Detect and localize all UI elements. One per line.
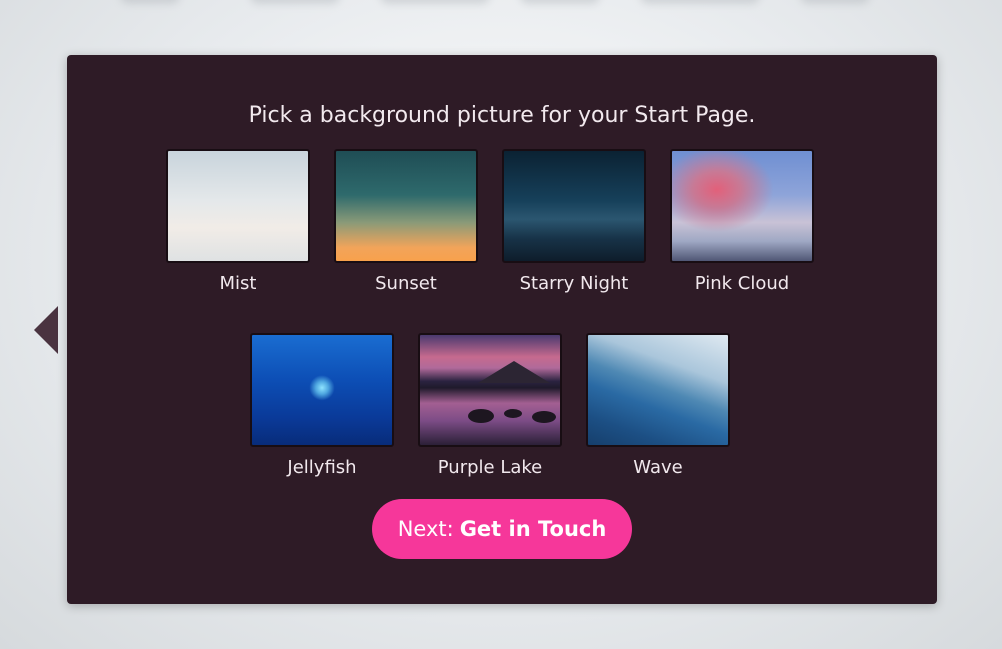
- wave-thumbnail: [586, 333, 730, 447]
- previous-arrow-icon[interactable]: [34, 306, 58, 354]
- onboarding-panel: Pick a background picture for your Start…: [67, 55, 937, 604]
- background-label: Jellyfish: [287, 457, 357, 478]
- background-option-purple-lake[interactable]: Purple Lake: [418, 333, 562, 493]
- background-label: Mist: [219, 273, 257, 294]
- background-label: Purple Lake: [437, 457, 543, 478]
- background-label: Wave: [633, 457, 683, 478]
- next-button-target: Get in Touch: [459, 517, 607, 541]
- background-option-pink-cloud[interactable]: Pink Cloud: [670, 149, 814, 309]
- background-option-wave[interactable]: Wave: [586, 333, 730, 493]
- jellyfish-thumbnail: [250, 333, 394, 447]
- background-ghost-elements: [0, 0, 1002, 6]
- pink-cloud-thumbnail: [670, 149, 814, 263]
- background-option-sunset[interactable]: Sunset: [334, 149, 478, 309]
- background-label: Starry Night: [519, 273, 629, 294]
- purple-lake-thumbnail: [418, 333, 562, 447]
- background-option-mist[interactable]: Mist: [166, 149, 310, 309]
- page-title: Pick a background picture for your Start…: [248, 103, 756, 128]
- sunset-thumbnail: [334, 149, 478, 263]
- background-label: Sunset: [375, 273, 437, 294]
- next-button-prefix: Next:: [397, 517, 454, 541]
- background-label: Pink Cloud: [694, 273, 790, 294]
- mist-thumbnail: [166, 149, 310, 263]
- next-button[interactable]: Next: Get in Touch: [372, 499, 632, 559]
- background-option-jellyfish[interactable]: Jellyfish: [250, 333, 394, 493]
- background-option-starry-night[interactable]: Starry Night: [502, 149, 646, 309]
- starry-night-thumbnail: [502, 149, 646, 263]
